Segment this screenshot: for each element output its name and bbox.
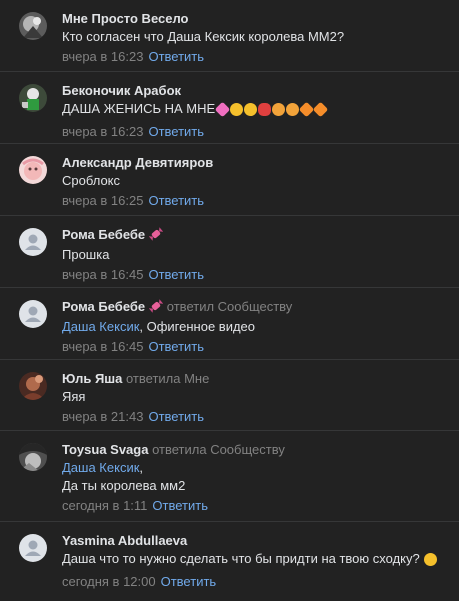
mention-suffix: , — [139, 460, 144, 475]
comment-item: Рома Бебебе ответил Сообществу Даша Кекс… — [0, 288, 459, 360]
candy-badge-icon[interactable] — [148, 227, 164, 246]
avatar[interactable] — [19, 84, 47, 112]
confounded-face-icon — [272, 103, 286, 116]
comments-list: Мне Просто Весело Кто согласен что Даша … — [0, 0, 459, 601]
emoji-group — [423, 553, 438, 571]
avatar[interactable] — [19, 156, 47, 184]
comment-text: Да ты королева мм2 — [62, 478, 186, 493]
comment-author[interactable]: Юль Яша — [62, 371, 122, 386]
replied-to[interactable]: ответил Сообществу — [167, 299, 293, 314]
comment-author[interactable]: Toysua Svaga — [62, 442, 148, 457]
reply-button[interactable]: Ответить — [148, 267, 204, 282]
comment-text: ДАША ЖЕНИСЬ НА МНЕ — [62, 101, 216, 116]
orange-heart-icon — [298, 101, 315, 118]
tired-face-icon — [244, 103, 258, 116]
comment-item: Yasmina Abdullaeva Даша что то нужно сде… — [0, 522, 459, 601]
reply-button[interactable]: Ответить — [161, 574, 217, 589]
emoji-group — [214, 101, 329, 121]
avatar[interactable] — [19, 443, 47, 471]
comment-text: , Офигенное видео — [139, 319, 256, 334]
comment-item: Toysua Svaga ответила Сообществу Даша Ке… — [0, 431, 459, 522]
comment-item: Беконочик Арабок ДАША ЖЕНИСЬ НА МНЕ вчер… — [0, 72, 459, 144]
replied-to[interactable]: ответила Мне — [126, 371, 209, 386]
reply-button[interactable]: Ответить — [148, 124, 204, 139]
default-avatar[interactable] — [19, 228, 47, 256]
comment-time[interactable]: вчера в 16:45 — [62, 267, 143, 282]
comment-text: Яяя — [62, 389, 86, 404]
comment-item: Рома Бебебе Прошка вчера в 16:45 Ответить — [0, 216, 459, 288]
comment-time[interactable]: сегодня в 12:00 — [62, 574, 156, 589]
replied-to[interactable]: ответила Сообществу — [152, 442, 285, 457]
avatar[interactable] — [19, 372, 47, 400]
thinking-face-icon — [423, 553, 437, 566]
reply-button[interactable]: Ответить — [148, 193, 204, 208]
comment-author[interactable]: Александр Девятияров — [62, 155, 213, 170]
comment-item: Юль Яша ответила Мне Яяя вчера в 21:43 От… — [0, 360, 459, 431]
default-avatar[interactable] — [19, 300, 47, 328]
tired-face-icon — [230, 103, 244, 116]
avatar[interactable] — [19, 12, 47, 40]
comment-item: Александр Девятияров Сроблокс вчера в 16… — [0, 144, 459, 216]
comment-author[interactable]: Рома Бебебе — [62, 227, 145, 242]
comment-text: Прошка — [62, 247, 110, 262]
comment-time[interactable]: сегодня в 1:11 — [62, 498, 147, 513]
confounded-face-icon — [286, 103, 300, 116]
comment-time[interactable]: вчера в 16:23 — [62, 49, 143, 64]
comment-author[interactable]: Yasmina Abdullaeva — [62, 533, 187, 548]
reply-button[interactable]: Ответить — [148, 409, 204, 424]
reply-button[interactable]: Ответить — [152, 498, 208, 513]
pink-heart-icon — [214, 101, 231, 118]
mention-link[interactable]: Даша Кексик — [62, 319, 139, 334]
mention-link[interactable]: Даша Кексик — [62, 460, 139, 475]
comment-time[interactable]: вчера в 16:45 — [62, 339, 143, 354]
comment-item: Мне Просто Весело Кто согласен что Даша … — [0, 0, 459, 72]
comment-text: Сроблокс — [62, 173, 121, 188]
comment-time[interactable]: вчера в 16:25 — [62, 193, 143, 208]
comment-text: Даша что то нужно сделать что бы придти … — [62, 551, 420, 566]
reply-button[interactable]: Ответить — [148, 49, 204, 64]
comment-time[interactable]: вчера в 21:43 — [62, 409, 143, 424]
comment-text: Кто согласен что Даша Кексик королева ММ… — [62, 29, 345, 44]
reply-button[interactable]: Ответить — [148, 339, 204, 354]
comment-time[interactable]: вчера в 16:23 — [62, 124, 143, 139]
orange-heart-icon — [312, 101, 329, 118]
kiss-lips-icon — [258, 103, 272, 116]
default-avatar[interactable] — [19, 534, 47, 562]
comment-author[interactable]: Мне Просто Весело — [62, 11, 189, 26]
comment-author[interactable]: Рома Бебебе — [62, 299, 145, 314]
candy-badge-icon[interactable] — [148, 299, 164, 318]
comment-author[interactable]: Беконочик Арабок — [62, 83, 181, 98]
